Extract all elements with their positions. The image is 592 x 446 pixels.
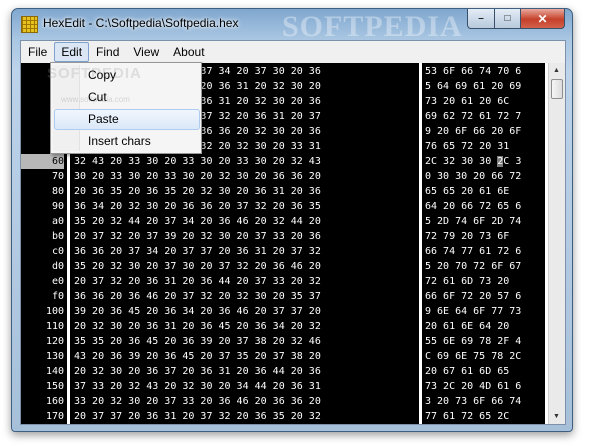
row-address[interactable]: d0 (21, 259, 64, 274)
maximize-button[interactable]: □ (495, 9, 521, 29)
ascii-text-row[interactable]: 3 20 73 6F 66 74 (425, 394, 521, 409)
hex-bytes-row[interactable]: 43 20 36 39 20 36 45 20 37 35 20 37 38 2… (74, 349, 321, 364)
row-address[interactable]: 140 (21, 364, 64, 379)
menu-item-insert-chars[interactable]: Insert chars (54, 131, 198, 152)
hex-bytes-row[interactable]: 20 36 35 20 36 35 20 32 30 20 36 31 20 3… (74, 184, 321, 199)
scroll-thumb[interactable] (551, 79, 563, 99)
ascii-text-row[interactable]: 72 79 20 73 6F (425, 229, 509, 244)
hex-bytes-row[interactable]: 35 20 32 44 20 37 34 20 36 46 20 32 44 2… (74, 214, 321, 229)
softpedia-watermark: SOFTPEDIA (282, 10, 463, 43)
menu-item-cut[interactable]: Cut (54, 87, 198, 108)
ascii-text-row[interactable]: 9 6E 64 6F 77 73 (425, 304, 521, 319)
hex-bytes-row[interactable]: 36 36 20 36 46 20 37 32 20 32 30 20 35 3… (74, 289, 321, 304)
ascii-text-row[interactable]: 69 62 72 61 72 7 (425, 109, 521, 124)
row-address[interactable]: 120 (21, 334, 64, 349)
row-address[interactable]: c0 (21, 244, 64, 259)
row-address[interactable]: e0 (21, 274, 64, 289)
caption-buttons: – □ ✕ (467, 9, 565, 29)
ascii-text-row[interactable]: 20 61 6E 64 20 (425, 319, 509, 334)
ascii-text-row[interactable]: C 69 6E 75 78 2C (425, 349, 521, 364)
close-button[interactable]: ✕ (521, 9, 565, 29)
menu-find[interactable]: Find (89, 42, 126, 62)
ascii-text-row[interactable]: 73 20 61 20 6C (425, 94, 509, 109)
ascii-text-row[interactable]: 77 61 72 65 2C (425, 409, 509, 424)
hex-bytes-row[interactable]: 20 37 32 20 37 39 20 32 30 20 37 33 20 3… (74, 229, 321, 244)
menu-bar: File Edit Find View About (21, 41, 565, 63)
row-address[interactable]: 160 (21, 394, 64, 409)
hex-bytes-row[interactable]: 35 35 20 36 45 20 36 39 20 37 38 20 32 4… (74, 334, 321, 349)
row-address[interactable]: 70 (21, 169, 64, 184)
row-address[interactable]: 130 (21, 349, 64, 364)
row-address[interactable]: a0 (21, 214, 64, 229)
menu-item-paste-label: Paste (88, 112, 119, 126)
hex-bytes-row[interactable]: 20 32 30 20 36 37 20 36 31 20 36 44 20 3… (74, 364, 321, 379)
menu-edit[interactable]: Edit (54, 42, 90, 62)
hex-bytes-row[interactable]: 36 34 20 32 30 20 36 36 20 37 32 20 36 3… (74, 199, 321, 214)
ascii-separator (419, 63, 422, 424)
hex-bytes-row[interactable]: 20 37 37 20 36 31 20 37 32 20 36 35 20 3… (74, 409, 321, 424)
ascii-text-row[interactable]: 53 6F 66 74 70 6 (425, 64, 521, 79)
ascii-text-row[interactable]: 64 20 66 72 65 6 (425, 199, 521, 214)
ascii-text-row[interactable]: 5 20 70 72 6F 67 (425, 259, 521, 274)
menu-item-copy[interactable]: Copy (54, 65, 198, 86)
menu-view[interactable]: View (126, 42, 166, 62)
row-address[interactable]: 150 (21, 379, 64, 394)
edit-dropdown-menu: SOFTPEDIA www.softpedia.com Copy Cut Pas… (47, 62, 202, 154)
hex-bytes-row[interactable]: 32 43 20 33 30 20 33 30 20 33 30 20 32 4… (74, 154, 321, 169)
row-address[interactable]: 170 (21, 409, 64, 424)
ascii-text-row[interactable]: 55 6E 69 78 2F 4 (425, 334, 521, 349)
ascii-text-row[interactable]: 9 20 6F 66 20 6F (425, 124, 521, 139)
hex-bytes-row[interactable]: 30 20 33 30 20 33 30 20 32 30 20 36 36 2… (74, 169, 321, 184)
row-address[interactable]: 90 (21, 199, 64, 214)
ascii-text-row[interactable]: 5 64 69 61 20 69 (425, 79, 521, 94)
row-address[interactable]: 100 (21, 304, 64, 319)
menu-item-paste[interactable]: Paste (54, 109, 200, 130)
vertical-scrollbar[interactable]: ▲ ▼ (548, 63, 565, 424)
menu-about[interactable]: About (166, 42, 211, 62)
hex-bytes-row[interactable]: 36 36 20 37 34 20 37 37 20 36 31 20 37 3… (74, 244, 321, 259)
scroll-down-arrow-icon[interactable]: ▼ (551, 410, 562, 423)
app-grid-icon[interactable] (21, 16, 38, 33)
menu-item-copy-label: Copy (88, 68, 117, 82)
menu-item-cut-label: Cut (88, 90, 107, 104)
ascii-text-row[interactable]: 65 65 20 61 6E (425, 184, 509, 199)
hex-bytes-row[interactable]: 37 33 20 32 43 20 32 30 20 34 44 20 36 3… (74, 379, 321, 394)
ascii-text-row[interactable]: 66 6F 72 20 57 6 (425, 289, 521, 304)
row-address[interactable]: f0 (21, 289, 64, 304)
hex-bytes-row[interactable]: 35 20 32 30 20 37 30 20 37 32 20 36 46 2… (74, 259, 321, 274)
ascii-text-row[interactable]: 76 65 72 20 31 (425, 139, 509, 154)
row-address[interactable]: 80 (21, 184, 64, 199)
window-title: HexEdit - C:\Softpedia\Softpedia.hex (43, 16, 239, 30)
ascii-cursor[interactable]: 2 (497, 156, 504, 167)
ascii-text-row[interactable]: 2C 32 30 30 2C 3 (425, 154, 521, 169)
row-address[interactable]: b0 (21, 229, 64, 244)
ascii-text-row[interactable]: 66 74 77 61 72 6 (425, 244, 521, 259)
title-bar[interactable]: HexEdit - C:\Softpedia\Softpedia.hex SOF… (12, 9, 572, 43)
ascii-text-row[interactable]: 20 67 61 6D 65 (425, 364, 509, 379)
hex-bytes-row[interactable]: 20 37 32 20 36 31 20 36 44 20 37 33 20 3… (74, 274, 321, 289)
hex-bytes-row[interactable]: 20 32 30 20 36 31 20 36 45 20 36 34 20 3… (74, 319, 321, 334)
menu-file[interactable]: File (21, 42, 54, 62)
menu-item-insert-chars-label: Insert chars (88, 134, 151, 148)
ascii-text-row[interactable]: 0 30 30 20 66 72 (425, 169, 521, 184)
row-address[interactable]: 60 (21, 154, 64, 169)
ascii-text-row[interactable]: 73 2C 20 4D 61 6 (425, 379, 521, 394)
scroll-up-arrow-icon[interactable]: ▲ (551, 64, 562, 77)
row-address[interactable]: 110 (21, 319, 64, 334)
ascii-text-row[interactable]: 72 61 6D 73 20 (425, 274, 509, 289)
ascii-text-row[interactable]: 5 2D 74 6F 2D 74 (425, 214, 521, 229)
hex-bytes-row[interactable]: 39 20 36 45 20 36 34 20 36 46 20 37 37 2… (74, 304, 321, 319)
hex-bytes-row[interactable]: 33 20 32 30 20 37 33 20 36 46 20 36 36 2… (74, 394, 321, 409)
minimize-button[interactable]: – (467, 9, 495, 29)
